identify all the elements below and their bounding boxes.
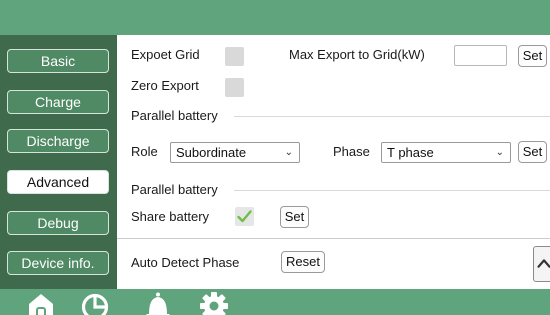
sidebar-item-basic[interactable]: Basic [7,49,109,73]
role-phase-set-button[interactable]: Set [518,141,547,163]
share-battery-set-button[interactable]: Set [280,206,309,228]
top-bar [0,0,550,35]
role-select-value: Subordinate [176,145,247,160]
zero-export-label: Zero Export [131,78,199,93]
chevron-up-icon [537,259,550,268]
expoet-grid-checkbox[interactable] [225,47,244,66]
scroll-up-button[interactable] [533,246,550,282]
gear-icon[interactable] [199,291,229,315]
section-divider-2 [234,190,550,191]
parallel-battery-section-title: Parallel battery [131,108,218,123]
sidebar-item-debug[interactable]: Debug [7,211,109,235]
chart-icon[interactable] [80,291,110,315]
sidebar-item-discharge[interactable]: Discharge [7,129,109,153]
role-label: Role [131,144,158,159]
expoet-grid-label: Expoet Grid [131,47,200,62]
advanced-settings-panel: Expoet Grid Max Export to Grid(kW) Set Z… [117,35,550,289]
bottom-nav [0,289,550,315]
content-divider [117,238,550,239]
home-icon[interactable] [26,291,56,315]
sidebar-item-charge[interactable]: Charge [7,90,109,114]
chevron-down-icon: ⌄ [495,147,504,158]
chevron-down-icon: ⌄ [284,147,293,158]
section-divider [234,116,550,117]
reset-button[interactable]: Reset [281,251,325,273]
auto-detect-phase-label: Auto Detect Phase [131,255,240,270]
share-battery-checkbox[interactable] [235,207,254,226]
max-export-set-button[interactable]: Set [518,45,547,67]
zero-export-checkbox[interactable] [225,78,244,97]
role-select[interactable]: Subordinate ⌄ [170,142,300,163]
phase-select[interactable]: T phase ⌄ [381,142,511,163]
phase-label: Phase [333,144,370,159]
max-export-input[interactable] [454,45,507,66]
sidebar-item-device-info[interactable]: Device info. [7,251,109,275]
phase-select-value: T phase [387,145,434,160]
sidebar: Basic Charge Discharge Advanced Debug De… [0,35,117,289]
share-battery-label: Share battery [131,209,210,224]
max-export-label: Max Export to Grid(kW) [289,47,425,62]
sidebar-item-advanced[interactable]: Advanced [7,170,109,194]
bell-icon[interactable] [143,291,173,315]
parallel-battery-section-title-2: Parallel battery [131,182,218,197]
